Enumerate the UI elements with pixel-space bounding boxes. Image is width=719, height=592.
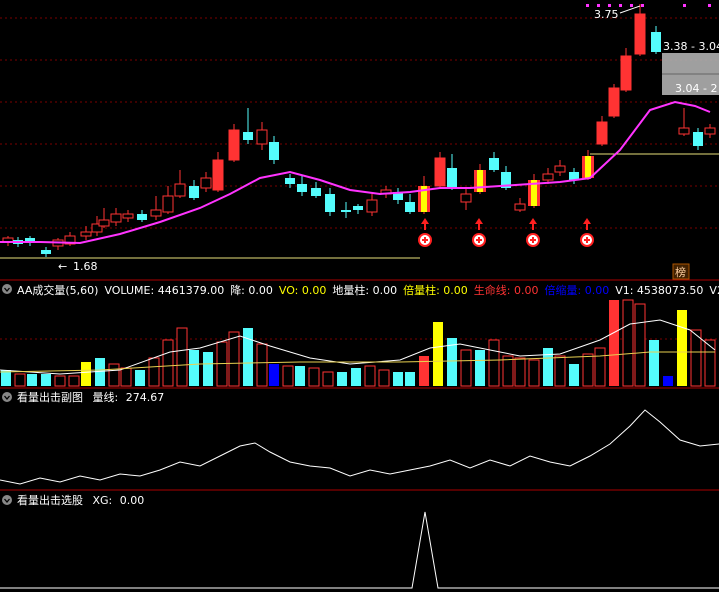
volume-bar[interactable] <box>690 329 702 387</box>
volume-bar[interactable] <box>364 365 376 387</box>
volume-bar[interactable] <box>135 370 145 386</box>
candle[interactable] <box>608 84 620 118</box>
panel-collapse-icon[interactable] <box>2 392 12 402</box>
volume-bar[interactable] <box>502 355 514 387</box>
select-panel-header: 看量出击选股 XG: 0.00 <box>2 493 144 507</box>
volume-indicator-name: AA成交量(5,60) <box>17 283 98 297</box>
volume-bar[interactable] <box>475 350 485 386</box>
volume-bar[interactable] <box>176 327 188 387</box>
volume-bar[interactable] <box>162 339 174 387</box>
volume-bar[interactable] <box>649 340 659 386</box>
volume-indicator-item: 生命线: 0.00 <box>474 283 539 297</box>
volume-indicator-item: VOLUME: 4461379.00 <box>104 284 224 297</box>
volume-bar[interactable] <box>594 347 606 387</box>
volume-bar[interactable] <box>269 364 279 386</box>
volume-bar[interactable] <box>189 350 199 386</box>
volume-bar[interactable] <box>337 372 347 386</box>
top-dot <box>586 4 589 7</box>
volume-bar[interactable] <box>634 303 646 387</box>
volume-bar[interactable] <box>54 375 66 387</box>
volume-bar[interactable] <box>203 352 213 386</box>
volume-indicator-item: 倍缩量: 0.00 <box>545 283 610 297</box>
volume-bar[interactable] <box>582 353 594 387</box>
volume-bar[interactable] <box>322 371 334 387</box>
low-arrow-icon: ← <box>58 260 67 273</box>
svg-text:看量出击选股 XG: 0.00: 看量出击选股 XG: 0.00 <box>17 493 144 507</box>
volume-indicator-item: V2 <box>709 284 719 297</box>
volume-bar[interactable] <box>120 367 132 387</box>
top-dot <box>641 4 644 7</box>
volume-bar[interactable] <box>419 356 429 386</box>
volume-bar[interactable] <box>514 357 526 387</box>
price-box2-label: 3.04 - 2 <box>675 82 717 95</box>
volume-bar[interactable] <box>528 359 540 387</box>
sub-indicator-label: 量线: <box>93 390 119 404</box>
top-dot <box>630 4 633 7</box>
top-dot <box>708 4 711 7</box>
top-dot <box>608 4 611 7</box>
volume-indicator-item: VO: 0.00 <box>279 284 327 297</box>
volume-bar[interactable] <box>460 349 472 387</box>
volume-bar[interactable] <box>68 375 80 387</box>
rank-badge[interactable]: 榜 <box>675 265 686 279</box>
volume-bar[interactable] <box>81 362 91 386</box>
volume-bar[interactable] <box>405 372 415 386</box>
volume-bar[interactable] <box>378 369 390 387</box>
panel-collapse-icon[interactable] <box>2 495 12 505</box>
volume-bar[interactable] <box>295 366 305 386</box>
select-indicator-value: 0.00 <box>120 494 145 507</box>
top-dot <box>597 4 600 7</box>
volume-indicator-item: V1: 4538073.50 <box>615 284 703 297</box>
volume-bar[interactable] <box>554 355 566 387</box>
volume-indicator-item: 倍量柱: 0.00 <box>403 283 468 297</box>
volume-bar[interactable] <box>148 357 160 387</box>
volume-bar[interactable] <box>108 363 120 387</box>
volume-indicator-item: 地量柱: 0.00 <box>332 283 397 297</box>
volume-bar[interactable] <box>677 310 687 386</box>
volume-indicator-item: 降: 0.00 <box>230 283 273 297</box>
volume-bar[interactable] <box>569 364 579 386</box>
volume-bar[interactable] <box>543 348 553 386</box>
volume-bar[interactable] <box>393 372 403 386</box>
low-price-label: 1.68 <box>73 260 98 273</box>
volume-bar[interactable] <box>41 374 51 386</box>
sub-indicator-name: 看量出击副图 <box>17 390 83 404</box>
volume-bar[interactable] <box>256 343 268 387</box>
panel-collapse-icon[interactable] <box>2 284 12 294</box>
select-indicator-label: XG: <box>93 494 113 507</box>
volume-bar[interactable] <box>282 365 294 387</box>
volume-bar[interactable] <box>704 339 716 387</box>
volume-bar[interactable] <box>351 368 361 386</box>
volume-bar[interactable] <box>609 300 619 386</box>
price-box1-label: 3.38 - 3.04 <box>663 40 719 53</box>
sub-panel-header: 看量出击副图 量线: 274.67 <box>2 390 164 404</box>
stock-chart-window: 3.75 3.38 - 3.04 3.04 - 2 ← 1.68 榜 AA成交量… <box>0 0 719 592</box>
volume-bar[interactable] <box>228 331 240 387</box>
volume-bar[interactable] <box>308 367 320 387</box>
high-price-label: 3.75 <box>594 8 619 21</box>
volume-bar[interactable] <box>14 373 26 387</box>
volume-bar[interactable] <box>488 339 500 387</box>
volume-bar[interactable] <box>433 322 443 386</box>
top-dot <box>683 4 686 7</box>
candle[interactable] <box>228 124 240 162</box>
volume-bar[interactable] <box>622 299 634 387</box>
top-dot <box>619 4 622 7</box>
select-indicator-name: 看量出击选股 <box>17 493 83 507</box>
volume-bar[interactable] <box>663 376 673 386</box>
volume-bar[interactable] <box>243 328 253 386</box>
sub-indicator-value: 274.67 <box>126 391 165 404</box>
volume-bar[interactable] <box>27 374 37 386</box>
